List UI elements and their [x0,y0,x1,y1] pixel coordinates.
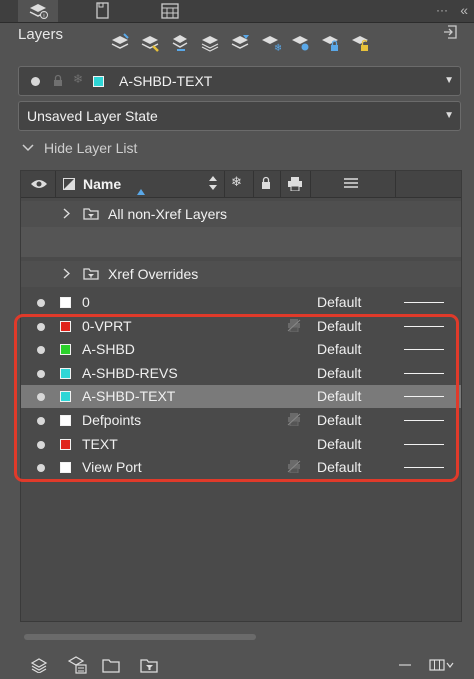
overflow-icon[interactable]: ··· [436,3,448,17]
layer-unisolate-button[interactable] [228,31,252,53]
undock-icon[interactable] [442,24,458,40]
sort-ascending-icon [137,189,145,195]
layer-isolate-button[interactable] [198,31,222,53]
group-label: All non-Xref Layers [108,206,228,222]
layer-states-button[interactable] [28,656,50,674]
group-filter-all-non-xref[interactable]: All non-Xref Layers [21,201,461,227]
dropdown-arrow-icon: ▼ [444,110,454,121]
lock-layer-button[interactable] [318,31,342,53]
layer-properties-manager-button[interactable] [66,656,88,674]
document-tab-icon [92,2,112,20]
freeze-layer-button[interactable]: ❄ [258,31,282,53]
folder-filter-icon [83,207,99,220]
layer-name[interactable]: 0 [82,294,90,310]
layer-walk-button[interactable] [168,31,192,53]
layer-state-dropdown[interactable]: Unsaved Layer State ▼ [18,101,461,131]
grid-tab-icon [161,3,179,19]
layer-off-button[interactable] [288,31,312,53]
chevron-right-icon [63,268,70,279]
column-chooser-icon[interactable] [344,178,358,188]
new-layer-button[interactable] [108,31,132,53]
current-layer-dropdown[interactable]: ❄ A-SHBD-TEXT ▼ [18,66,461,96]
layers-tab-icon: i [27,2,49,20]
tab-layers[interactable]: i [18,0,58,22]
plot-column-icon[interactable] [287,177,303,191]
table-header: Name ❄ [21,171,461,198]
tab-blocks[interactable] [150,0,190,22]
highlight-annotation [14,314,459,482]
lock-column-icon[interactable] [261,176,271,190]
lock-icon [53,74,63,87]
dropdown-arrow-icon: ▼ [444,75,454,86]
layer-state-value: Unsaved Layer State [27,108,158,124]
column-sort-toggle-icon[interactable] [209,176,217,190]
color-column-icon[interactable] [63,178,75,190]
hide-layer-list-toggle[interactable]: Hide Layer List [22,140,137,156]
layer-lineweight[interactable] [404,302,444,303]
freeze-column-icon[interactable]: ❄ [231,174,242,190]
palette-tab-strip: i ··· « [0,0,474,23]
tab-properties[interactable] [82,0,122,22]
new-property-filter-button[interactable] [138,656,160,674]
new-group-filter-button[interactable] [100,656,122,674]
svg-text:❄: ❄ [274,43,281,52]
unlock-layer-button[interactable] [348,31,372,53]
group-filter-xref-overrides[interactable]: Xref Overrides [21,261,461,287]
new-layer-vp-frozen-button[interactable] [138,31,162,53]
visibility-eye-icon[interactable] [30,178,48,190]
group-label: Xref Overrides [108,266,199,282]
name-column-header[interactable]: Name [83,176,121,192]
current-layer-name: A-SHBD-TEXT [119,73,213,89]
layer-linetype[interactable]: Default [317,294,361,310]
on-bulb-icon [31,77,40,86]
minus-icon[interactable] [394,656,416,674]
on-bulb-icon[interactable] [37,299,45,307]
view-options-button[interactable] [428,656,456,674]
freeze-icon: ❄ [73,72,84,86]
horizontal-scrollbar[interactable] [24,634,256,640]
layer-color-swatch[interactable] [60,297,71,308]
chevron-right-icon [63,208,70,219]
folder-filter-icon [83,267,99,280]
group-spacer [21,227,461,257]
collapse-icon[interactable]: « [460,2,468,18]
panel-title: Layers [18,26,64,43]
current-layer-color-swatch [93,76,104,87]
hide-layer-list-label: Hide Layer List [44,140,138,156]
chevron-down-icon [22,144,34,152]
layer-row[interactable]: 0 Default [21,291,461,314]
